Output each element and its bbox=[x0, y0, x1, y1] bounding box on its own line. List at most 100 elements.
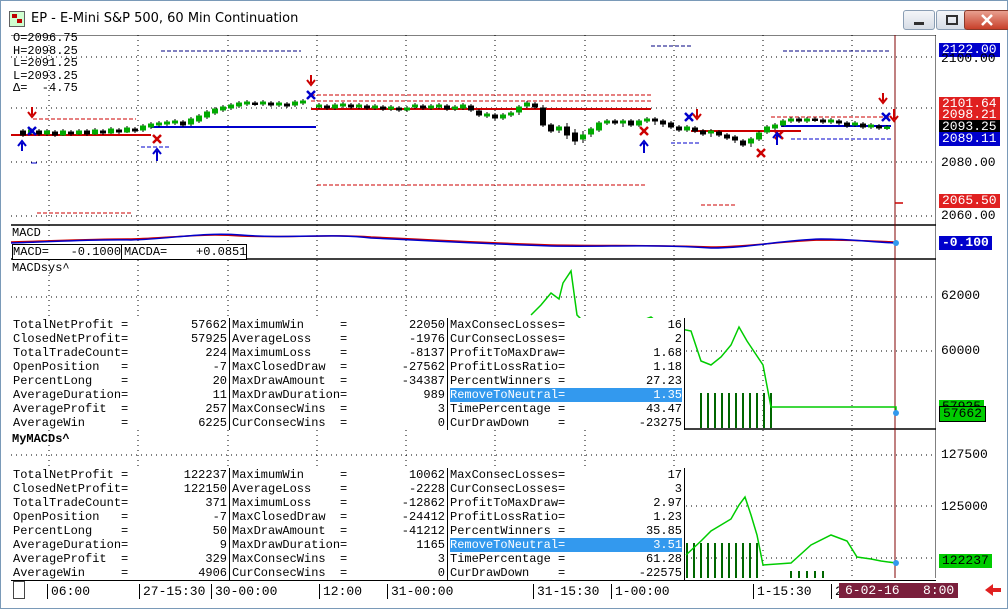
pane2-axis-tick-125000: 125000 bbox=[941, 499, 988, 514]
minimize-button[interactable] bbox=[903, 10, 935, 30]
candle-body bbox=[820, 119, 826, 123]
candle-body bbox=[60, 130, 66, 136]
stats-value: -23275 bbox=[638, 416, 682, 430]
stats-label: PercentWinners = bbox=[450, 374, 566, 388]
candle-body bbox=[324, 105, 330, 109]
pane1-label: MACDsys^ bbox=[12, 261, 70, 275]
candle-body bbox=[676, 126, 682, 131]
stats-row: AverageProfit = 329 bbox=[13, 552, 227, 566]
stats-label: PercentLong = bbox=[13, 374, 129, 388]
candle-body bbox=[172, 120, 178, 124]
candle-body bbox=[524, 102, 530, 107]
stats-label: OpenPosition = bbox=[13, 360, 129, 374]
stats-row: AverageProfit = 257 bbox=[13, 402, 227, 416]
candle-body bbox=[316, 104, 322, 108]
chart-window: EP - E-Mini S&P 500, 60 Min Continuation bbox=[0, 0, 1008, 609]
stats-row: CurConsecLosses= 3 bbox=[450, 482, 682, 496]
stats-label: MaxDrawAmount = bbox=[232, 524, 348, 538]
stats-value: 50 bbox=[212, 524, 227, 538]
stats-value: -2228 bbox=[408, 482, 445, 496]
candle-body bbox=[644, 118, 650, 122]
stats-value: 122237 bbox=[183, 468, 227, 482]
candle-body bbox=[364, 105, 370, 109]
stats-value: 22050 bbox=[408, 318, 445, 332]
axis-tick-2100: 2100.00 bbox=[941, 51, 996, 66]
scroll-handle[interactable] bbox=[13, 581, 25, 599]
stats-value: 1.23 bbox=[653, 510, 682, 524]
candle-body bbox=[636, 120, 642, 126]
candle-body bbox=[148, 123, 154, 128]
stats-value: 1.35 bbox=[653, 388, 682, 402]
stats-column: TotalNetProfit = 57662 ClosedNetProfit= 579… bbox=[11, 318, 230, 430]
stats-value: 2 bbox=[674, 332, 682, 346]
candle-body bbox=[692, 127, 698, 132]
stats-value: 17 bbox=[667, 468, 682, 482]
pane2-axis-tick-127500: 127500 bbox=[941, 447, 988, 462]
time-label: 31-00:00 bbox=[387, 584, 453, 599]
title-bar[interactable]: EP - E-Mini S&P 500, 60 Min Continuation bbox=[1, 1, 1008, 35]
candle-body bbox=[580, 134, 586, 140]
stats-label: ProfitLossRatio= bbox=[450, 510, 566, 524]
candle-body bbox=[252, 102, 258, 105]
candle-body bbox=[196, 115, 202, 122]
stats-value: 257 bbox=[205, 402, 227, 416]
candle-body bbox=[404, 107, 410, 111]
time-label: 1-15:30 bbox=[753, 584, 812, 599]
close-icon bbox=[981, 14, 993, 26]
stats-column: MaximumWin = 22050 AverageLoss = -1976 Maxim… bbox=[230, 318, 448, 430]
candle-body bbox=[572, 132, 578, 142]
candle-body bbox=[836, 120, 842, 124]
stats-row: AverageWin = 4906 bbox=[13, 566, 227, 580]
stats-label: MaxDrawDuration= bbox=[232, 538, 348, 552]
pane2-equity-line bbox=[685, 495, 897, 566]
stats-row: MaximumWin = 22050 bbox=[232, 318, 445, 332]
time-axis[interactable]: 06:00 27-15:30 30-00:00 12:00 31-00:00 3… bbox=[11, 580, 936, 601]
stats-label: TimePercentage = bbox=[450, 552, 566, 566]
candle-body bbox=[388, 106, 394, 110]
candle-body bbox=[452, 106, 458, 110]
candle-body bbox=[348, 104, 354, 108]
candle-body bbox=[412, 104, 418, 108]
stats-row: TotalTradeCount= 224 bbox=[13, 346, 227, 360]
stats-row: CurConsecLosses= 2 bbox=[450, 332, 682, 346]
stats-label: MaximumWin = bbox=[232, 318, 348, 332]
stats-value: 9 bbox=[219, 538, 227, 552]
stats-row: AverageDuration= 9 bbox=[13, 538, 227, 552]
stats-value: -8137 bbox=[408, 346, 445, 360]
stats-label: CurDrawDown = bbox=[450, 416, 566, 430]
stats-row: OpenPosition = -7 bbox=[13, 510, 227, 524]
candle-body bbox=[332, 104, 338, 109]
stats-value: 20 bbox=[212, 374, 227, 388]
candle-body bbox=[508, 112, 514, 116]
stats-value: 1.18 bbox=[653, 360, 682, 374]
stats-row: MaxConsecWins = 3 bbox=[232, 402, 445, 416]
stats-label: TotalTradeCount= bbox=[13, 496, 129, 510]
stats-row: ProfitLossRatio= 1.18 bbox=[450, 360, 682, 374]
stats-value: 0 bbox=[437, 566, 445, 580]
stats-label: TimePercentage = bbox=[450, 402, 566, 416]
scroll-left-arrow-icon[interactable] bbox=[983, 581, 1003, 599]
stats-row: AverageLoss = -1976 bbox=[232, 332, 445, 346]
candle-body bbox=[484, 113, 490, 117]
stats-row: TimePercentage = 61.28 bbox=[450, 552, 682, 566]
close-button[interactable] bbox=[964, 10, 1008, 30]
stats-row: CurDrawDown = -22575 bbox=[450, 566, 682, 580]
stats-value: 3 bbox=[437, 402, 445, 416]
stats-label: AverageLoss = bbox=[232, 332, 348, 346]
candle-body bbox=[212, 108, 218, 114]
stats-label: ProfitLossRatio= bbox=[450, 360, 566, 374]
stats-row: RemoveToNeutral= 1.35 bbox=[450, 388, 682, 402]
candle-body bbox=[700, 130, 706, 135]
stats-label: CurConsecLosses= bbox=[450, 332, 566, 346]
stats-row: MaxDrawDuration= 989 bbox=[232, 388, 445, 402]
stats-label: TotalNetProfit = bbox=[13, 468, 129, 482]
candle-body bbox=[108, 128, 114, 134]
stats-label: AverageWin = bbox=[13, 416, 129, 430]
candle-body bbox=[436, 104, 442, 108]
window-title: EP - E-Mini S&P 500, 60 Min Continuation bbox=[31, 11, 299, 26]
macd-axis-tag: -0.100 bbox=[939, 236, 992, 250]
ohlc-readout: O=2096.75 H=2098.25 L=2091.25 L=2093.25 Δ= -… bbox=[13, 32, 78, 95]
candle-body bbox=[884, 126, 890, 129]
candle-body bbox=[164, 121, 170, 125]
stats-value: -7 bbox=[212, 360, 227, 374]
